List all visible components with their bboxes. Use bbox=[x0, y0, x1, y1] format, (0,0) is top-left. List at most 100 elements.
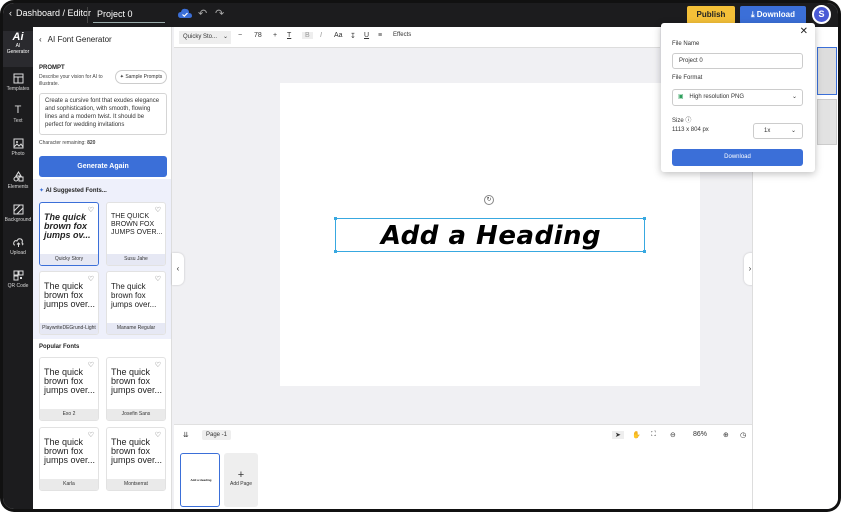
resize-handle[interactable] bbox=[643, 250, 646, 253]
file-name-input[interactable]: Project 0 bbox=[672, 53, 803, 69]
redo-icon[interactable]: ↷ bbox=[215, 7, 224, 20]
collapse-panel-button[interactable]: ‹ bbox=[172, 253, 184, 285]
page-thumbnail[interactable] bbox=[817, 47, 837, 95]
increase-size-button[interactable]: + bbox=[273, 32, 277, 39]
align-icon[interactable]: ≡ bbox=[378, 32, 382, 39]
font-card[interactable]: ♡ The quick brown fox jumps over... Mana… bbox=[106, 271, 166, 335]
ai-font-panel: ‹ AI Font Generator PROMPT Describe your… bbox=[33, 27, 172, 509]
photo-icon bbox=[13, 138, 23, 149]
rail-item-text[interactable]: T Text bbox=[3, 104, 33, 125]
ai-suggested-fonts: ✦ AI Suggested Fonts... ♡ The quick brow… bbox=[33, 179, 171, 339]
size-label-text: Size bbox=[672, 118, 684, 124]
rail-item-ai-generator[interactable]: Ai AI Generator bbox=[3, 31, 33, 67]
generate-again-button[interactable]: Generate Again bbox=[39, 156, 167, 177]
heading-text-box[interactable]: Add a Heading bbox=[334, 217, 646, 253]
italic-button[interactable]: I bbox=[320, 32, 322, 39]
scale-select[interactable]: 1x ⌄ bbox=[753, 123, 803, 139]
font-preview: THE QUICK BROWN FOX JUMPS OVER... bbox=[111, 213, 163, 236]
decrease-size-button[interactable]: − bbox=[238, 32, 242, 39]
rail-item-background[interactable]: Background bbox=[3, 204, 33, 223]
font-preview: The quick brown fox jumps over... bbox=[44, 437, 96, 465]
select-tool-icon[interactable]: ➤ bbox=[612, 431, 624, 439]
font-preview: The quick brown fox jumps over... bbox=[44, 367, 96, 395]
resize-handle[interactable] bbox=[334, 217, 337, 220]
sparkle-icon: ✦ bbox=[119, 74, 124, 80]
breadcrumb: Dashboard / Editor bbox=[16, 8, 92, 18]
file-format-select[interactable]: ▣ High resolution PNG ⌄ bbox=[672, 89, 803, 106]
panel-title: AI Font Generator bbox=[47, 35, 112, 44]
heading-text[interactable]: Add a Heading bbox=[336, 219, 646, 253]
rail-item-templates[interactable]: Templates bbox=[3, 73, 33, 92]
rail-item-photo[interactable]: Photo bbox=[3, 138, 33, 157]
templates-icon bbox=[13, 73, 23, 84]
chevron-right-icon: › bbox=[748, 264, 752, 273]
back-breadcrumb[interactable]: ‹ Dashboard / Editor bbox=[9, 8, 91, 18]
app-screen: ‹ Dashboard / Editor Project 0 ↶ ↷ Publi… bbox=[3, 3, 838, 509]
panel-header[interactable]: ‹ AI Font Generator bbox=[39, 35, 112, 44]
rail-label: Templates bbox=[6, 86, 30, 92]
font-preview: The quick brown fox jumps ov... bbox=[44, 212, 91, 240]
undo-icon[interactable]: ↶ bbox=[198, 7, 207, 20]
close-icon[interactable]: ✕ bbox=[800, 26, 808, 37]
download-button-label: Download bbox=[756, 10, 795, 19]
font-card[interactable]: ♡ The quick brown fox jumps over... Karl… bbox=[39, 427, 99, 491]
font-card[interactable]: ♡ THE QUICK BROWN FOX JUMPS OVER... Susu… bbox=[106, 202, 166, 266]
font-preview: The quick brown fox jumps over... bbox=[44, 281, 96, 309]
cloud-saved-icon bbox=[178, 8, 192, 18]
page-thumbnail[interactable] bbox=[817, 99, 837, 145]
format-toolbar: Quicky Sto... ⌄ − 78 + T B I Aa ↧ U ≡ Ef… bbox=[174, 27, 660, 48]
page-label: Page -1 bbox=[202, 430, 232, 440]
download-icon: ⤓ bbox=[751, 10, 755, 19]
text-icon: T bbox=[14, 104, 22, 116]
letter-spacing-icon[interactable]: ↧ bbox=[350, 32, 356, 40]
case-button[interactable]: Aa bbox=[334, 32, 343, 39]
underline-button[interactable]: U bbox=[364, 32, 369, 39]
font-card[interactable]: ♡ The quick brown fox jumps over... Mont… bbox=[106, 427, 166, 491]
sample-prompts-label: Sample Prompts bbox=[125, 74, 163, 80]
publish-button[interactable]: Publish bbox=[687, 6, 735, 24]
chevron-down-icon: ⌄ bbox=[790, 128, 796, 134]
prompt-description: Describe your vision for AI to illustrat… bbox=[39, 74, 103, 87]
ai-fonts-title-text: AI Suggested Fonts... bbox=[45, 188, 107, 194]
avatar[interactable]: S bbox=[812, 5, 831, 24]
history-icon[interactable]: ◷ bbox=[740, 431, 746, 439]
font-family-select[interactable]: Quicky Sto... ⌄ bbox=[179, 31, 231, 44]
file-format-value: High resolution PNG bbox=[689, 94, 745, 100]
info-icon: ⓘ bbox=[685, 118, 692, 124]
rail-item-upload[interactable]: Upload bbox=[3, 237, 33, 256]
font-size-input[interactable]: 78 bbox=[254, 32, 262, 39]
zoom-in-icon[interactable]: ⊕ bbox=[723, 431, 729, 439]
font-card[interactable]: ♡ The quick brown fox jumps over... Jose… bbox=[106, 357, 166, 421]
text-color-icon[interactable]: T bbox=[287, 32, 291, 39]
artboard[interactable]: ↻ Add a Heading bbox=[280, 83, 700, 386]
page-thumbnail-1[interactable]: Add a Heading bbox=[180, 453, 220, 507]
collapse-pages-icon[interactable]: ⇊ bbox=[183, 431, 189, 439]
fit-screen-icon[interactable]: ⛶ bbox=[651, 431, 656, 439]
hand-tool-icon[interactable]: ✋ bbox=[632, 431, 641, 439]
rotate-handle[interactable]: ↻ bbox=[484, 195, 494, 205]
download-popover: ✕ File Name Project 0 File Format ▣ High… bbox=[661, 23, 815, 172]
chevron-left-icon[interactable]: ‹ bbox=[39, 35, 42, 44]
rail-label: AI Generator bbox=[6, 43, 30, 55]
font-card[interactable]: ♡ The quick brown fox jumps ov... Quicky… bbox=[39, 202, 99, 266]
sample-prompts-button[interactable]: ✦ Sample Prompts bbox=[115, 70, 167, 84]
font-card[interactable]: ♡ The quick brown fox jumps over... Exo … bbox=[39, 357, 99, 421]
rail-label: Upload bbox=[10, 250, 26, 256]
project-name-input[interactable]: Project 0 bbox=[93, 6, 165, 23]
popover-download-button[interactable]: Download bbox=[672, 149, 803, 166]
effects-button[interactable]: Effects bbox=[393, 32, 411, 38]
resize-handle[interactable] bbox=[334, 250, 337, 253]
upload-icon bbox=[12, 238, 23, 247]
rail-item-qr-code[interactable]: QR Code bbox=[3, 270, 33, 289]
device-frame: ‹ Dashboard / Editor Project 0 ↶ ↷ Publi… bbox=[0, 0, 841, 512]
rail-item-elements[interactable]: Elements bbox=[3, 171, 33, 190]
download-button[interactable]: ⤓ Download bbox=[740, 6, 806, 24]
add-page-button[interactable]: + Add Page bbox=[224, 453, 258, 507]
font-preview: The quick brown fox jumps over... bbox=[111, 437, 163, 465]
bold-button[interactable]: B bbox=[302, 32, 313, 39]
resize-handle[interactable] bbox=[643, 217, 646, 220]
prompt-textarea[interactable]: Create a cursive font that exudes elegan… bbox=[39, 93, 167, 135]
rail-label: Photo bbox=[11, 151, 25, 157]
font-card[interactable]: ♡ The quick brown fox jumps over... Play… bbox=[39, 271, 99, 335]
zoom-out-icon[interactable]: ⊖ bbox=[670, 431, 676, 439]
